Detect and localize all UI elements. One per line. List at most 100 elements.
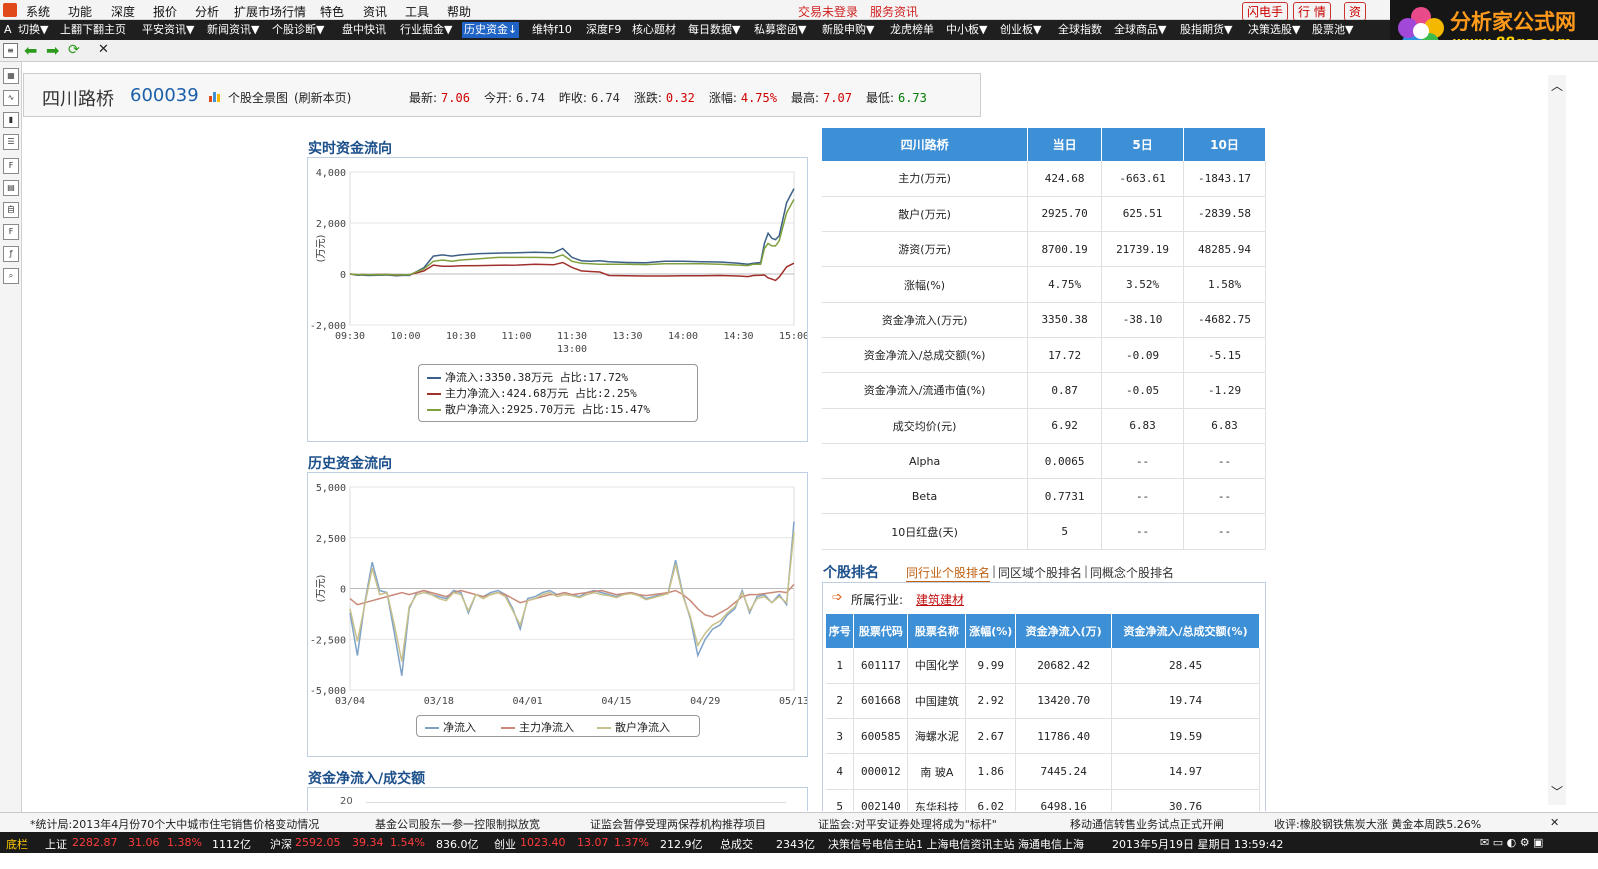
stock-overview-link[interactable]: 个股全景图: [228, 89, 288, 106]
refresh-icon[interactable]: ⟳: [68, 42, 80, 58]
ranking-col-header[interactable]: 涨幅(%): [965, 614, 1017, 648]
tab-21[interactable]: 股票池▼: [1310, 22, 1355, 38]
quote-label: 今开:: [483, 91, 512, 105]
y-axis-label: (万元): [316, 575, 327, 603]
tab-3[interactable]: 新闻资讯▼: [205, 22, 261, 38]
fund-flow-stats-table: 四川路桥 当日 5日 10日 主力(万元) 424.68 -663.61 -1843.17 散…: [822, 128, 1266, 550]
status-label[interactable]: 底栏: [6, 836, 28, 852]
tab-14[interactable]: 龙虎榜单: [888, 22, 936, 38]
quote-value: 6.74: [516, 91, 545, 105]
table-row[interactable]: 2 601668 中国建筑 2.92 13420.70 19.74: [826, 683, 1260, 720]
tab-2[interactable]: 平安资讯▼: [140, 22, 196, 38]
tab-17[interactable]: 全球指数: [1056, 22, 1104, 38]
toolbar-list-icon[interactable]: ≡: [3, 43, 18, 58]
x-tick-label: 04/01: [513, 696, 543, 707]
menu-news[interactable]: 资讯: [363, 3, 387, 20]
favorites-icon[interactable]: 自: [3, 202, 19, 218]
ranking-col-header[interactable]: 股票代码: [853, 614, 909, 648]
tab-19[interactable]: 股指期货▼: [1178, 22, 1234, 38]
tab-8[interactable]: 维特f10: [530, 22, 574, 38]
history-flow-panel: 5,000 2,500 0 -2,500 -5,000 03/04 03/18 04/01 04…: [307, 472, 809, 757]
search-icon[interactable]: ⌕: [3, 268, 19, 284]
scroll-up-icon[interactable]: ︿: [1551, 77, 1563, 94]
menu-system[interactable]: 系统: [26, 3, 50, 20]
cy-index-pct: 1.37%: [614, 836, 649, 849]
info-button[interactable]: 资: [1344, 2, 1367, 21]
tab-9[interactable]: 深度F9: [584, 22, 623, 38]
menu-depth[interactable]: 深度: [111, 3, 135, 20]
formula-icon[interactable]: ƒ: [3, 246, 19, 262]
industry-link[interactable]: 建筑建材: [916, 591, 964, 608]
menu-quote[interactable]: 报价: [153, 3, 177, 20]
table-row[interactable]: 3 600585 海螺水泥 2.67 11786.40 19.59: [826, 718, 1260, 755]
menu-tools[interactable]: 工具: [405, 3, 429, 20]
news-item[interactable]: 基金公司股东一参一控限制拟放宽: [375, 816, 540, 832]
ranking-col-header[interactable]: 序号: [826, 614, 855, 648]
tab-10[interactable]: 核心题材: [630, 22, 678, 38]
table-row[interactable]: 5 002140 东华科技 6.02 6498.16 30.76: [826, 789, 1260, 811]
tab-20[interactable]: 决策选股▼: [1246, 22, 1302, 38]
news-item[interactable]: 移动通信转售业务试点正式开闸: [1070, 816, 1224, 832]
tab-15[interactable]: 中小板▼: [944, 22, 989, 38]
x-tick-label: 13:00: [557, 344, 587, 355]
news-item[interactable]: *统计局:2013年4月份70个大中城市住宅销售价格变动情况: [30, 816, 319, 832]
close-news-icon[interactable]: ✕: [1550, 816, 1559, 829]
menu-analysis[interactable]: 分析: [195, 3, 219, 20]
ranking-cell: 002140: [853, 789, 909, 811]
refresh-page-link[interactable]: (刷新本页): [294, 89, 351, 106]
menu-help[interactable]: 帮助: [447, 3, 471, 20]
back-arrow-icon[interactable]: ⬅: [24, 41, 37, 60]
tab-12[interactable]: 私募密函▼: [752, 22, 808, 38]
tab-7[interactable]: 历史资金↓: [462, 22, 520, 38]
menu-function[interactable]: 功能: [68, 3, 92, 20]
news-item[interactable]: 收评:橡胶钢铁焦炭大涨 黄金本周跌5.26%: [1274, 816, 1481, 832]
tab-same-concept[interactable]: 同概念个股排名: [1090, 564, 1174, 581]
tab-4[interactable]: 个股诊断▼: [270, 22, 326, 38]
tab-same-industry[interactable]: 同行业个股排名: [906, 564, 991, 583]
page-scrollbar[interactable]: ︿ ﹀: [1548, 75, 1566, 805]
stats-row: 成交均价(元) 6.92 6.83 6.83: [822, 408, 1266, 444]
ranking-col-header[interactable]: 股票名称: [907, 614, 967, 648]
stats-cell: 21739.19: [1101, 231, 1185, 268]
tab-same-region[interactable]: 同区域个股排名: [998, 564, 1082, 581]
tab-13[interactable]: 新股申购▼: [820, 22, 876, 38]
menu-extended-market[interactable]: 扩展市场行情: [234, 3, 306, 20]
list-view-icon[interactable]: ☰: [3, 134, 19, 150]
tab-6[interactable]: 行业掘金▼: [398, 22, 454, 38]
table-row[interactable]: 4 000012 南 玻A 1.86 7445.24 14.97: [826, 753, 1260, 790]
f10-icon[interactable]: F: [3, 158, 19, 174]
industry-label: 所属行业:: [851, 593, 904, 607]
f12-icon[interactable]: F: [3, 224, 19, 240]
quote-label: 涨幅:: [708, 91, 737, 105]
tab-11[interactable]: 每日数据▼: [686, 22, 742, 38]
ranking-col-header[interactable]: 资金净流入(万): [1015, 614, 1113, 648]
ranking-cell: 中国建筑: [907, 683, 967, 720]
quote-button[interactable]: 行 情: [1293, 2, 1331, 21]
tab-16[interactable]: 创业板▼: [998, 22, 1043, 38]
forward-arrow-icon[interactable]: ➡: [46, 41, 59, 60]
tab-18[interactable]: 全球商品▼: [1112, 22, 1168, 38]
line-chart-icon[interactable]: ∿: [3, 90, 19, 106]
grid-icon[interactable]: ▦: [3, 68, 19, 84]
scroll-down-icon[interactable]: ﹀: [1551, 783, 1563, 800]
candle-chart-icon[interactable]: ▮: [3, 112, 19, 128]
ranking-col-header[interactable]: 资金净流入/总成交额(%): [1111, 614, 1260, 648]
portfolio-icon[interactable]: ▤: [3, 180, 19, 196]
ranking-cell: 30.76: [1111, 789, 1260, 811]
stats-cell: -0.09: [1101, 337, 1185, 374]
service-link[interactable]: 服务资讯: [870, 3, 918, 20]
history-legend: 净流入 主力净流入 散户净流入: [416, 715, 700, 737]
tab-a-icon[interactable]: A: [2, 22, 14, 38]
flash-trade-button[interactable]: 闪电手: [1242, 2, 1289, 21]
menu-featured[interactable]: 特色: [320, 3, 344, 20]
sh-index-value: 2282.87: [72, 836, 118, 849]
stats-row: 资金净流入/总成交额(%) 17.72 -0.09 -5.15: [822, 337, 1266, 374]
news-item[interactable]: 证监会:对平安证券处理将成为"标杆": [818, 816, 997, 832]
tab-1[interactable]: 上翻下翻主页: [58, 22, 128, 38]
table-row[interactable]: 1 601117 中国化学 9.99 20682.42 28.45: [826, 648, 1260, 684]
news-item[interactable]: 证监会暂停受理两保荐机构推荐项目: [590, 816, 766, 832]
tab-0[interactable]: 切换▼: [16, 22, 50, 38]
login-status[interactable]: 交易未登录: [798, 3, 858, 20]
tab-5[interactable]: 盘中快讯: [340, 22, 388, 38]
close-icon[interactable]: ✕: [98, 42, 109, 57]
